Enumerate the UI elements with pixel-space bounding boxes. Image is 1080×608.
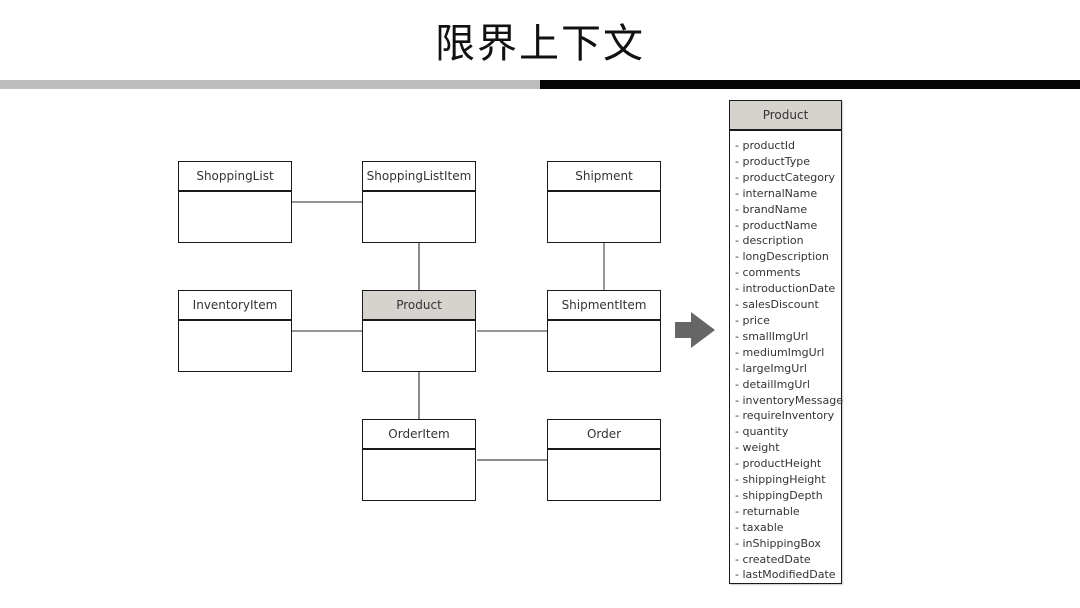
- attribute-item: - shippingHeight: [735, 473, 826, 487]
- attribute-item: - brandName: [735, 202, 808, 216]
- entity-shipment[interactable]: Shipment: [547, 161, 661, 243]
- attribute-item: - lastModifiedDate: [735, 568, 836, 582]
- detail-entity-name: Product: [730, 101, 841, 131]
- attribute-item: - requireInventory: [735, 409, 835, 423]
- entity-order[interactable]: Order: [547, 419, 661, 501]
- attribute-item: - salesDiscount: [735, 298, 819, 312]
- attribute-item: - productId: [735, 139, 796, 152]
- entity-inventoryitem[interactable]: InventoryItem: [178, 290, 292, 372]
- attribute-item: - detailImgUrl: [735, 377, 810, 391]
- entity-orderitem[interactable]: OrderItem: [362, 419, 476, 501]
- attribute-item: - comments: [735, 266, 801, 280]
- entity-shoppinglist[interactable]: ShoppingList: [178, 161, 292, 243]
- attribute-item: - internalName: [735, 186, 818, 200]
- attribute-item: - mediumImgUrl: [735, 345, 825, 359]
- entity-shipmentitem[interactable]: ShipmentItem: [547, 290, 661, 372]
- attribute-item: - largeImgUrl: [735, 361, 807, 375]
- entity-shoppinglistitem[interactable]: ShoppingListItem: [362, 161, 476, 243]
- entity-name: InventoryItem: [179, 291, 291, 321]
- attribute-item: - introductionDate: [735, 282, 836, 296]
- right-arrow-icon: [675, 312, 715, 348]
- attribute-item: - quantity: [735, 425, 789, 439]
- entity-name: Product: [363, 291, 475, 321]
- attribute-item: - shippingDepth: [735, 488, 823, 502]
- attribute-item: - price: [735, 313, 770, 327]
- attribute-item: - smallImgUrl: [735, 329, 809, 343]
- attribute-item: - longDescription: [735, 250, 829, 264]
- attribute-item: - returnable: [735, 504, 800, 518]
- relation-lines: [292, 201, 605, 461]
- attribute-list: - productId - productType - productCategor…: [730, 131, 844, 583]
- entity-name: Order: [548, 420, 660, 450]
- attribute-item: - productName: [735, 218, 818, 232]
- attribute-item: - productHeight: [735, 457, 822, 471]
- entity-product[interactable]: Product: [362, 290, 476, 372]
- attribute-item: - productCategory: [735, 170, 836, 184]
- entity-name: Shipment: [548, 162, 660, 192]
- entity-name: ShoppingList: [179, 162, 291, 192]
- attribute-item: - productType: [735, 154, 811, 168]
- entity-name: ShoppingListItem: [363, 162, 475, 192]
- attribute-item: - inShippingBox: [735, 536, 821, 550]
- product-detail-card: Product - productId - productType - produc…: [729, 100, 844, 584]
- attribute-item: - weight: [735, 441, 780, 455]
- entity-name: ShipmentItem: [548, 291, 660, 321]
- attribute-item: - createdDate: [735, 552, 811, 566]
- entity-name: OrderItem: [363, 420, 475, 450]
- attribute-item: - taxable: [735, 520, 784, 534]
- attribute-item: - description: [735, 234, 804, 248]
- attribute-item: - inventoryMessage: [735, 393, 844, 407]
